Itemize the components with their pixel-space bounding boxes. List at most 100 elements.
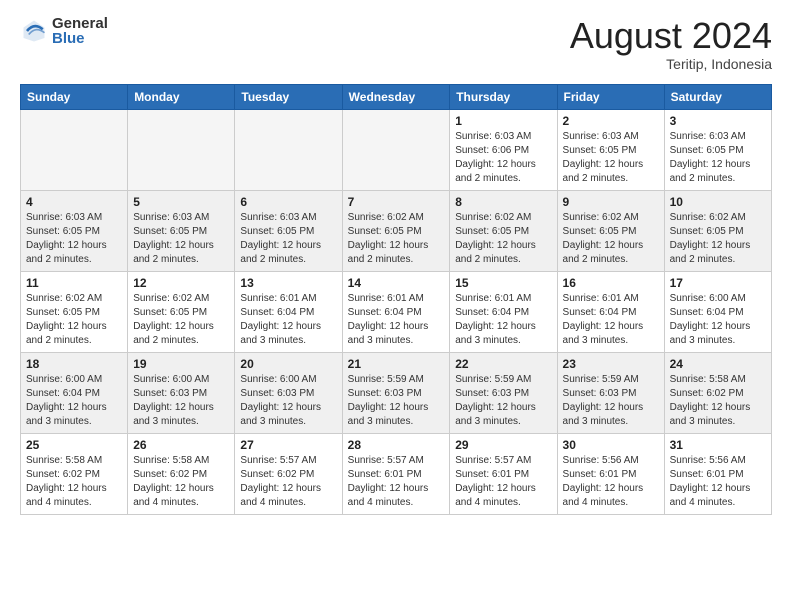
- table-row: 2Sunrise: 6:03 AM Sunset: 6:05 PM Daylig…: [557, 109, 664, 190]
- table-row: [21, 109, 128, 190]
- day-number: 23: [563, 357, 659, 371]
- col-friday: Friday: [557, 84, 664, 109]
- day-info: Sunrise: 6:00 AM Sunset: 6:03 PM Dayligh…: [133, 373, 229, 429]
- day-number: 12: [133, 276, 229, 290]
- page-header: General Blue August 2024 Teritip, Indone…: [20, 16, 772, 72]
- day-number: 14: [348, 276, 445, 290]
- day-number: 18: [26, 357, 122, 371]
- logo-blue: Blue: [52, 31, 108, 46]
- table-row: 19 Sunrise: 6:00 AM Sunset: 6:03 PM Dayli…: [128, 352, 235, 433]
- table-row: 11 Sunrise: 6:02 AM Sunset: 6:05 PM Dayli…: [21, 271, 128, 352]
- table-row: 7 Sunrise: 6:02 AM Sunset: 6:05 PM Daylig…: [342, 190, 450, 271]
- day-number: 6: [240, 195, 336, 209]
- day-number: 7: [348, 195, 445, 209]
- table-row: 4 Sunrise: 6:03 AM Sunset: 6:05 PM Daylig…: [21, 190, 128, 271]
- day-info: Sunrise: 6:03 AM Sunset: 6:05 PM Dayligh…: [670, 130, 766, 186]
- day-info: Sunrise: 5:59 AM Sunset: 6:03 PM Dayligh…: [563, 373, 659, 429]
- day-info: Sunrise: 6:01 AM Sunset: 6:04 PM Dayligh…: [563, 292, 659, 348]
- calendar-week-4: 18 Sunrise: 6:00 AM Sunset: 6:04 PM Dayli…: [21, 352, 772, 433]
- calendar-header-row: Sunday Monday Tuesday Wednesday Thursday…: [21, 84, 772, 109]
- calendar-week-5: 25 Sunrise: 5:58 AM Sunset: 6:02 PM Dayli…: [21, 433, 772, 514]
- table-row: 29 Sunrise: 5:57 AM Sunset: 6:01 PM Dayli…: [450, 433, 557, 514]
- table-row: 16Sunrise: 6:01 AM Sunset: 6:04 PM Dayli…: [557, 271, 664, 352]
- day-number: 1: [455, 114, 551, 128]
- day-info: Sunrise: 5:59 AM Sunset: 6:03 PM Dayligh…: [348, 373, 445, 429]
- table-row: 17Sunrise: 6:00 AM Sunset: 6:04 PM Dayli…: [664, 271, 771, 352]
- day-number: 11: [26, 276, 122, 290]
- day-info: Sunrise: 6:00 AM Sunset: 6:04 PM Dayligh…: [670, 292, 766, 348]
- day-number: 19: [133, 357, 229, 371]
- day-number: 9: [563, 195, 659, 209]
- day-info: Sunrise: 6:02 AM Sunset: 6:05 PM Dayligh…: [133, 292, 229, 348]
- day-info: Sunrise: 5:57 AM Sunset: 6:02 PM Dayligh…: [240, 454, 336, 510]
- table-row: 15 Sunrise: 6:01 AM Sunset: 6:04 PM Dayli…: [450, 271, 557, 352]
- col-wednesday: Wednesday: [342, 84, 450, 109]
- table-row: 1 Sunrise: 6:03 AM Sunset: 6:06 PM Daylig…: [450, 109, 557, 190]
- table-row: 10 Sunrise: 6:02 AM Sunset: 6:05 PM Dayli…: [664, 190, 771, 271]
- table-row: 27 Sunrise: 5:57 AM Sunset: 6:02 PM Dayli…: [235, 433, 342, 514]
- day-info: Sunrise: 5:56 AM Sunset: 6:01 PM Dayligh…: [563, 454, 659, 510]
- day-info: Sunrise: 6:02 AM Sunset: 6:05 PM Dayligh…: [455, 211, 551, 267]
- day-number: 20: [240, 357, 336, 371]
- day-info: Sunrise: 5:57 AM Sunset: 6:01 PM Dayligh…: [455, 454, 551, 510]
- table-row: 26 Sunrise: 5:58 AM Sunset: 6:02 PM Dayli…: [128, 433, 235, 514]
- day-info: Sunrise: 6:03 AM Sunset: 6:06 PM Dayligh…: [455, 130, 551, 186]
- logo-text: General Blue: [52, 16, 108, 46]
- col-thursday: Thursday: [450, 84, 557, 109]
- day-number: 10: [670, 195, 766, 209]
- day-info: Sunrise: 6:02 AM Sunset: 6:05 PM Dayligh…: [563, 211, 659, 267]
- calendar-week-1: 1 Sunrise: 6:03 AM Sunset: 6:06 PM Daylig…: [21, 109, 772, 190]
- day-info: Sunrise: 5:58 AM Sunset: 6:02 PM Dayligh…: [133, 454, 229, 510]
- table-row: 8Sunrise: 6:02 AM Sunset: 6:05 PM Daylig…: [450, 190, 557, 271]
- location-subtitle: Teritip, Indonesia: [570, 56, 772, 72]
- day-number: 29: [455, 438, 551, 452]
- table-row: 20 Sunrise: 6:00 AM Sunset: 6:03 PM Dayli…: [235, 352, 342, 433]
- day-info: Sunrise: 6:02 AM Sunset: 6:05 PM Dayligh…: [348, 211, 445, 267]
- day-info: Sunrise: 6:00 AM Sunset: 6:03 PM Dayligh…: [240, 373, 336, 429]
- col-tuesday: Tuesday: [235, 84, 342, 109]
- table-row: 28Sunrise: 5:57 AM Sunset: 6:01 PM Dayli…: [342, 433, 450, 514]
- table-row: 6 Sunrise: 6:03 AM Sunset: 6:05 PM Daylig…: [235, 190, 342, 271]
- day-info: Sunrise: 5:59 AM Sunset: 6:03 PM Dayligh…: [455, 373, 551, 429]
- day-info: Sunrise: 6:01 AM Sunset: 6:04 PM Dayligh…: [455, 292, 551, 348]
- day-number: 26: [133, 438, 229, 452]
- col-monday: Monday: [128, 84, 235, 109]
- day-info: Sunrise: 6:00 AM Sunset: 6:04 PM Dayligh…: [26, 373, 122, 429]
- table-row: 31Sunrise: 5:56 AM Sunset: 6:01 PM Dayli…: [664, 433, 771, 514]
- table-row: 9 Sunrise: 6:02 AM Sunset: 6:05 PM Daylig…: [557, 190, 664, 271]
- table-row: 3 Sunrise: 6:03 AM Sunset: 6:05 PM Daylig…: [664, 109, 771, 190]
- day-number: 3: [670, 114, 766, 128]
- col-sunday: Sunday: [21, 84, 128, 109]
- day-number: 27: [240, 438, 336, 452]
- table-row: 24 Sunrise: 5:58 AM Sunset: 6:02 PM Dayli…: [664, 352, 771, 433]
- day-info: Sunrise: 6:02 AM Sunset: 6:05 PM Dayligh…: [26, 292, 122, 348]
- day-number: 25: [26, 438, 122, 452]
- logo-general: General: [52, 16, 108, 31]
- calendar-table: Sunday Monday Tuesday Wednesday Thursday…: [20, 84, 772, 515]
- table-row: 25Sunrise: 5:58 AM Sunset: 6:02 PM Dayli…: [21, 433, 128, 514]
- day-number: 28: [348, 438, 445, 452]
- day-info: Sunrise: 6:03 AM Sunset: 6:05 PM Dayligh…: [26, 211, 122, 267]
- table-row: 30 Sunrise: 5:56 AM Sunset: 6:01 PM Dayli…: [557, 433, 664, 514]
- title-block: August 2024 Teritip, Indonesia: [570, 16, 772, 72]
- calendar-week-2: 4 Sunrise: 6:03 AM Sunset: 6:05 PM Daylig…: [21, 190, 772, 271]
- day-number: 24: [670, 357, 766, 371]
- day-info: Sunrise: 6:02 AM Sunset: 6:05 PM Dayligh…: [670, 211, 766, 267]
- table-row: 14 Sunrise: 6:01 AM Sunset: 6:04 PM Dayli…: [342, 271, 450, 352]
- logo: General Blue: [20, 16, 108, 46]
- day-info: Sunrise: 6:01 AM Sunset: 6:04 PM Dayligh…: [240, 292, 336, 348]
- table-row: 12 Sunrise: 6:02 AM Sunset: 6:05 PM Dayli…: [128, 271, 235, 352]
- day-info: Sunrise: 6:01 AM Sunset: 6:04 PM Dayligh…: [348, 292, 445, 348]
- day-info: Sunrise: 6:03 AM Sunset: 6:05 PM Dayligh…: [240, 211, 336, 267]
- calendar-week-3: 11 Sunrise: 6:02 AM Sunset: 6:05 PM Dayli…: [21, 271, 772, 352]
- day-number: 22: [455, 357, 551, 371]
- day-number: 4: [26, 195, 122, 209]
- day-number: 30: [563, 438, 659, 452]
- table-row: 22 Sunrise: 5:59 AM Sunset: 6:03 PM Dayli…: [450, 352, 557, 433]
- day-number: 15: [455, 276, 551, 290]
- day-number: 5: [133, 195, 229, 209]
- table-row: 13Sunrise: 6:01 AM Sunset: 6:04 PM Dayli…: [235, 271, 342, 352]
- day-info: Sunrise: 5:58 AM Sunset: 6:02 PM Dayligh…: [670, 373, 766, 429]
- table-row: [342, 109, 450, 190]
- table-row: 21Sunrise: 5:59 AM Sunset: 6:03 PM Dayli…: [342, 352, 450, 433]
